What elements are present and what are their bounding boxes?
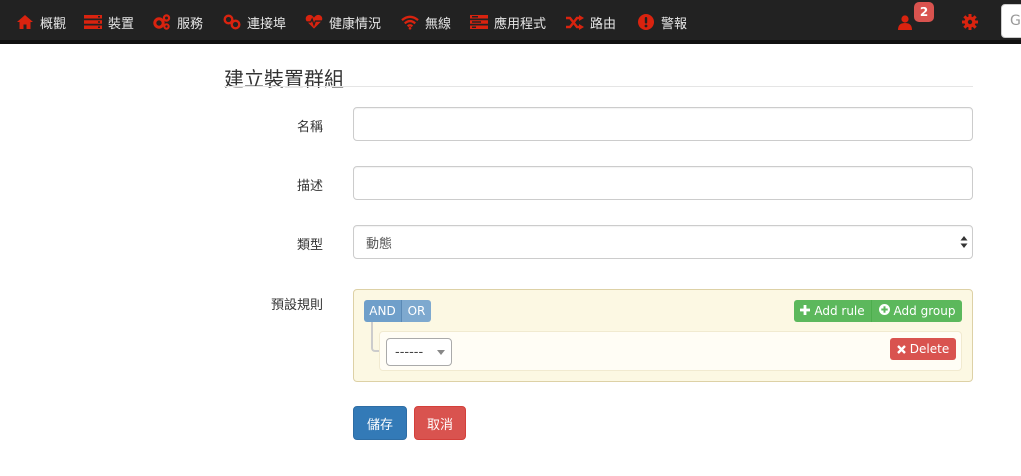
settings-button[interactable] xyxy=(961,0,985,44)
nav-item-label: 應用程式 xyxy=(494,16,547,32)
close-icon xyxy=(896,344,906,354)
select-arrows-icon xyxy=(960,235,968,249)
nav-item-alerts[interactable]: 警報 xyxy=(637,0,687,44)
nav-item-label: 警報 xyxy=(661,16,688,32)
rule-field-value: ------ xyxy=(395,344,424,360)
wifi-icon xyxy=(401,13,419,31)
plus-circle-icon xyxy=(878,304,890,318)
nav-item-overview[interactable]: 概觀 xyxy=(16,0,66,44)
rules-label: 預設規則 xyxy=(270,298,323,313)
exclamation-circle-icon xyxy=(637,13,655,31)
link-icon xyxy=(223,13,241,31)
nav-item-services[interactable]: 服務 xyxy=(153,0,203,44)
name-label: 名稱 xyxy=(296,120,323,135)
nav-item-health[interactable]: 健康情況 xyxy=(305,0,381,44)
nav-item-devices[interactable]: 裝置 xyxy=(84,0,134,44)
save-button[interactable]: 儲存 xyxy=(353,406,407,440)
nav-item-label: 概觀 xyxy=(40,16,67,32)
title-divider xyxy=(224,86,973,87)
description-label: 描述 xyxy=(296,179,323,194)
nav-item-label: 無線 xyxy=(425,16,452,32)
type-select-value: 動態 xyxy=(366,236,393,252)
random-icon xyxy=(566,13,584,31)
nav-item-label: 連接埠 xyxy=(247,16,287,32)
type-select[interactable]: 動態 xyxy=(353,225,973,259)
chevron-down-icon xyxy=(437,350,445,355)
plus-icon xyxy=(800,304,811,318)
add-rule-button[interactable]: Add rule xyxy=(794,300,872,322)
and-toggle-button[interactable]: AND xyxy=(364,300,402,322)
global-search-input[interactable]: G xyxy=(1001,4,1021,38)
cancel-button[interactable]: 取消 xyxy=(414,406,466,440)
nav-item-label: 路由 xyxy=(590,16,617,32)
delete-label: Delete xyxy=(909,342,950,356)
page-title: 建立裝置群組 xyxy=(224,67,344,91)
or-toggle-button[interactable]: OR xyxy=(402,300,431,322)
server-icon xyxy=(84,13,102,31)
user-icon xyxy=(896,13,914,31)
query-builder: AND OR Add rule Add group ------ Delete xyxy=(353,289,973,382)
nav-item-label: 服務 xyxy=(177,16,204,32)
tasks-icon xyxy=(470,13,488,31)
heartbeat-icon xyxy=(305,13,323,31)
home-icon xyxy=(16,13,34,31)
rule-row: ------ Delete xyxy=(379,331,962,371)
top-navbar: 概觀 裝置 服務 連接埠 健康情況 無線 應用程式 路由 警報 2 G xyxy=(0,0,1021,44)
cogs-icon xyxy=(153,13,171,31)
delete-rule-button[interactable]: Delete xyxy=(890,338,956,360)
name-input[interactable] xyxy=(353,107,973,141)
rule-field-select[interactable]: ------ xyxy=(386,338,452,366)
add-group-label: Add group xyxy=(893,304,956,318)
gear-icon xyxy=(961,13,979,31)
add-group-button[interactable]: Add group xyxy=(872,300,962,322)
nav-item-label: 裝置 xyxy=(108,16,135,32)
nav-item-apps[interactable]: 應用程式 xyxy=(470,0,546,44)
nav-item-wireless[interactable]: 無線 xyxy=(401,0,451,44)
nav-item-label: 健康情況 xyxy=(329,16,382,32)
add-rule-label: Add rule xyxy=(814,304,865,318)
description-input[interactable] xyxy=(353,166,973,200)
type-label: 類型 xyxy=(296,238,323,253)
notification-badge: 2 xyxy=(914,2,934,22)
nav-item-ports[interactable]: 連接埠 xyxy=(223,0,286,44)
nav-item-routing[interactable]: 路由 xyxy=(566,0,616,44)
